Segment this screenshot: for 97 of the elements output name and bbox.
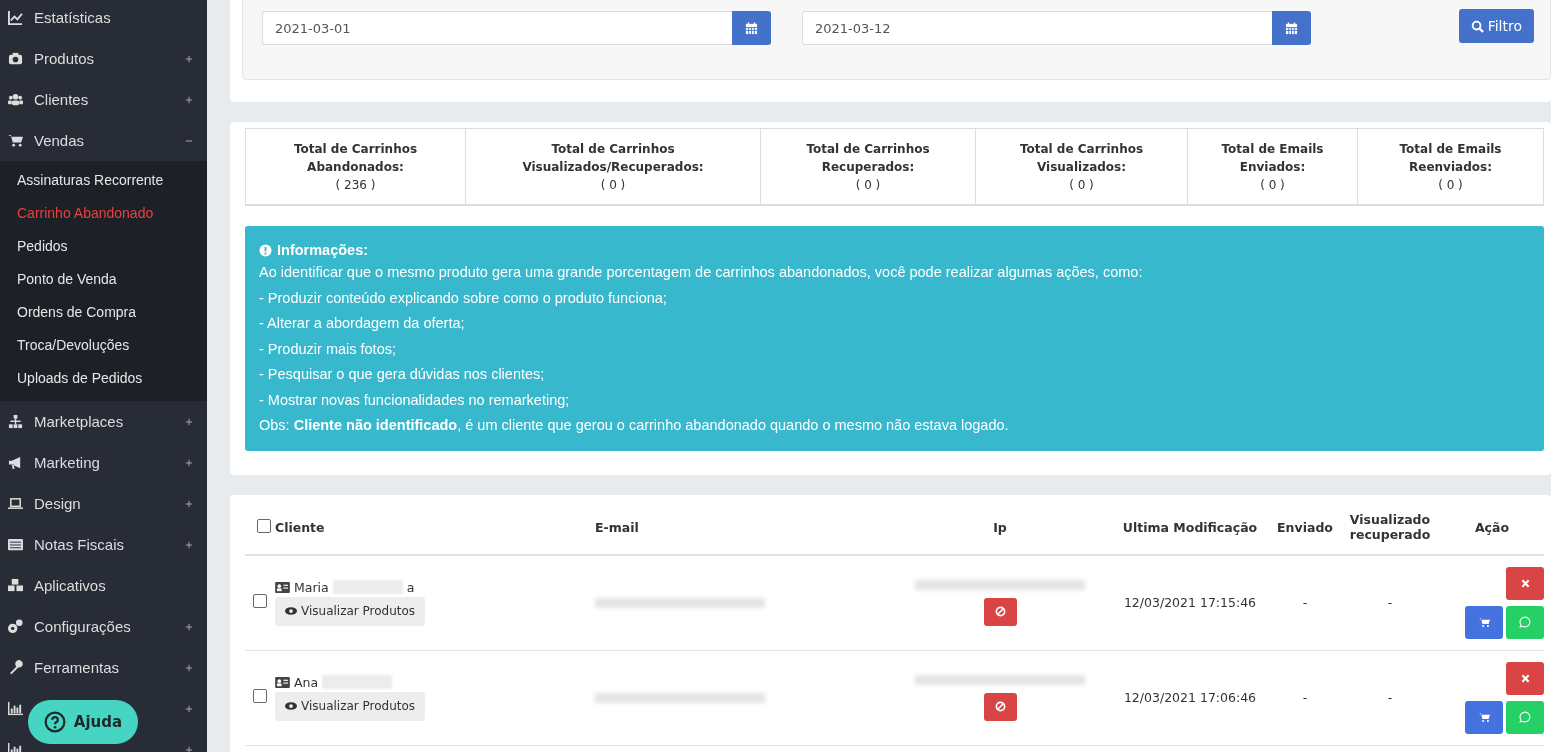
calendar-button[interactable] bbox=[1272, 11, 1311, 45]
chat-bubble-icon bbox=[1519, 616, 1531, 628]
submenu-item[interactable]: Pedidos bbox=[0, 230, 207, 263]
modified-cell-text: 12/03/2021 17:06:46 bbox=[1122, 690, 1258, 705]
submenu-item[interactable]: Uploads de Pedidos bbox=[0, 362, 207, 395]
view-products-button[interactable]: Visualizar Produtos bbox=[275, 691, 426, 721]
stat-label: Total de Carrinhos Abandonados: bbox=[292, 141, 419, 176]
chat-bubble-icon bbox=[1519, 711, 1531, 723]
search-icon bbox=[1470, 19, 1484, 33]
info-title: Informações: bbox=[277, 241, 369, 260]
recovered-cell-text: - bbox=[1386, 690, 1394, 705]
column-header: Ultima Modificação bbox=[1121, 519, 1259, 535]
submenu-item[interactable]: Ordens de Compra bbox=[0, 296, 207, 329]
chart-icon bbox=[7, 10, 24, 25]
cart-icon bbox=[1478, 711, 1490, 723]
stat-label: Total de Carrinhos Visualizados: bbox=[1018, 141, 1145, 176]
info-text: - Produzir mais fotos; bbox=[259, 339, 397, 359]
stat-value: ( 0 ) bbox=[854, 177, 882, 194]
recovered-cell-text: - bbox=[1386, 595, 1394, 610]
id-card-icon bbox=[275, 676, 290, 688]
camera-icon bbox=[7, 51, 24, 66]
bars-icon bbox=[7, 701, 24, 716]
sidebar-item[interactable]: Ferramentas bbox=[0, 647, 207, 688]
delete-button[interactable] bbox=[1506, 566, 1544, 600]
stat-value: ( 236 ) bbox=[334, 177, 377, 194]
filter-button[interactable]: Filtro bbox=[1458, 9, 1534, 43]
end-date-field[interactable]: 2021-03-12 bbox=[802, 11, 1272, 45]
cart-button[interactable] bbox=[1465, 605, 1503, 639]
sidebar-item[interactable]: Clientes bbox=[0, 79, 207, 120]
stat-label: Total de Emails Reenviados: bbox=[1398, 141, 1503, 176]
stat-label: Total de Carrinhos Visualizados/Recuperados: bbox=[521, 141, 705, 176]
row-checkbox[interactable] bbox=[253, 594, 267, 608]
sidebar-item[interactable]: Aplicativos bbox=[0, 565, 207, 606]
help-icon bbox=[43, 711, 66, 733]
stat-label: Total de Emails Enviados: bbox=[1220, 141, 1325, 176]
sent-cell-text: - bbox=[1301, 595, 1309, 610]
sidebar-item[interactable]: Notas Fiscais bbox=[0, 524, 207, 565]
submenu-item[interactable]: Carrinho Abandonado bbox=[0, 197, 207, 230]
stat-value: ( 0 ) bbox=[1068, 177, 1095, 194]
cart-button[interactable] bbox=[1465, 700, 1503, 734]
info-text: Ao identificar que o mesmo produto gera uma grande porcentagem de carrinhos abandonados, você pode realizar algumas ações, como: bbox=[259, 263, 1144, 282]
submenu-item[interactable]: Assinaturas Recorrente bbox=[0, 164, 207, 197]
sidebar-item[interactable]: Produtos bbox=[0, 38, 207, 79]
column-header: Cliente bbox=[275, 519, 326, 535]
sent-cell-text: - bbox=[1301, 690, 1309, 705]
cubes-icon bbox=[7, 578, 24, 593]
column-header: Visualizado recuperado bbox=[1348, 512, 1432, 542]
eye-icon bbox=[285, 607, 297, 615]
cart-icon bbox=[1478, 616, 1490, 628]
client-name: a bbox=[406, 579, 415, 595]
stat-label: Total de Carrinhos Recuperados: bbox=[805, 141, 931, 176]
ban-icon bbox=[994, 606, 1006, 617]
close-icon bbox=[1520, 673, 1530, 683]
info-text: - Mostrar novas funcionalidades no remarketing; bbox=[259, 390, 571, 410]
help-button[interactable]: Ajuda bbox=[28, 700, 138, 744]
list-icon bbox=[7, 537, 24, 552]
column-header: Ip bbox=[992, 519, 1008, 535]
calendar-icon bbox=[745, 21, 758, 35]
exclamation-icon bbox=[259, 243, 272, 257]
stat-value: ( 0 ) bbox=[599, 177, 627, 194]
select-all-checkbox[interactable] bbox=[257, 518, 271, 533]
stat-value: ( 0 ) bbox=[1437, 177, 1464, 194]
stat-value: ( 0 ) bbox=[1259, 177, 1286, 194]
eye-icon bbox=[285, 702, 297, 710]
info-text: - Alterar a abordagem da oferta; bbox=[259, 314, 466, 333]
sidebar-item[interactable]: Estatísticas bbox=[0, 0, 207, 38]
sidebar-item[interactable]: Marketing bbox=[0, 442, 207, 483]
calendar-button[interactable] bbox=[732, 11, 771, 45]
submenu-item[interactable]: Troca/Devoluções bbox=[0, 329, 207, 362]
view-products-button[interactable]: Visualizar Produtos bbox=[275, 596, 426, 626]
column-header: Ação bbox=[1473, 519, 1511, 535]
column-header: Enviado bbox=[1276, 519, 1334, 535]
sidebar-item[interactable]: Configurações bbox=[0, 606, 207, 647]
column-header: E-mail bbox=[595, 519, 640, 535]
delete-button[interactable] bbox=[1506, 661, 1544, 695]
users-icon bbox=[7, 92, 24, 107]
sidebar-item[interactable]: Design bbox=[0, 483, 207, 524]
laptop-icon bbox=[7, 496, 24, 511]
row-checkbox[interactable] bbox=[253, 689, 267, 703]
sitemap-icon bbox=[7, 414, 24, 429]
submenu-item[interactable]: Ponto de Venda bbox=[0, 263, 207, 296]
block-button[interactable] bbox=[983, 597, 1017, 626]
sidebar-item[interactable]: Marketplaces bbox=[0, 401, 207, 442]
ban-icon bbox=[994, 701, 1006, 712]
modified-cell-text: 12/03/2021 17:15:46 bbox=[1122, 595, 1258, 610]
cart-icon bbox=[7, 133, 24, 148]
sidebar-item[interactable]: Vendas bbox=[0, 120, 207, 161]
calendar-icon bbox=[1285, 21, 1298, 35]
client-name: Maria bbox=[294, 579, 329, 595]
id-card-icon bbox=[275, 581, 290, 593]
close-icon bbox=[1520, 578, 1530, 588]
info-text: - Pesquisar o que gera dúvidas nos clientes; bbox=[259, 365, 546, 384]
start-date-field[interactable]: 2021-03-01 bbox=[262, 11, 732, 45]
block-button[interactable] bbox=[983, 692, 1017, 721]
client-name: Ana bbox=[294, 674, 319, 690]
info-text: Obs: Cliente não identificado, é um cliente que gerou o carrinho abandonado quando o mesmo não estava logado. bbox=[259, 416, 1010, 435]
info-text: - Produzir conteúdo explicando sobre como o produto funciona; bbox=[259, 288, 668, 308]
